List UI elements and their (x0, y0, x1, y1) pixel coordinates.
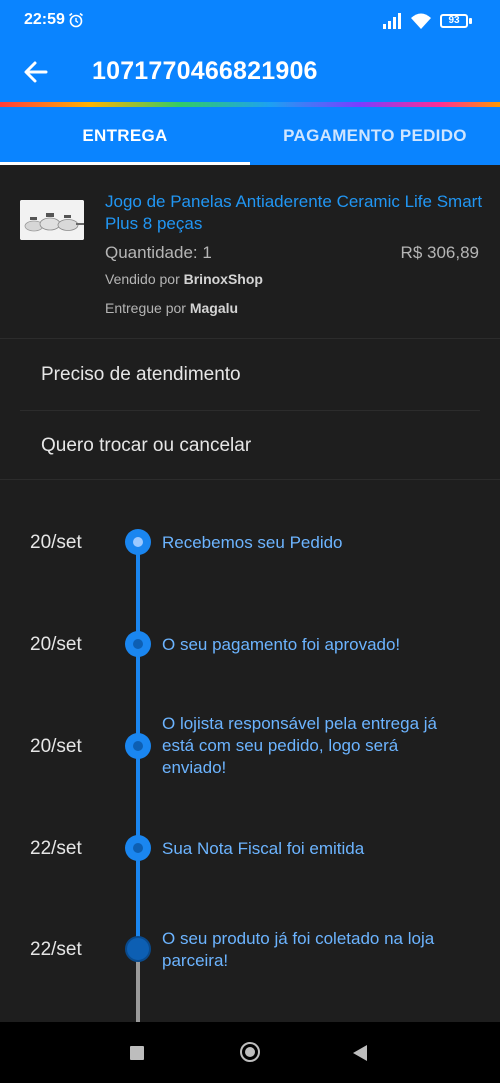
timeline-text: O seu pagamento foi aprovado! (162, 635, 401, 654)
timeline-dot (125, 733, 151, 759)
timeline-text: Sua Nota Fiscal foi emitida (162, 839, 365, 858)
product-price: R$ 306,89 (400, 243, 479, 262)
delivery-info: Entregue por Magalu (105, 300, 238, 316)
back-triangle-icon[interactable] (353, 1045, 367, 1061)
system-nav-bar (0, 1022, 500, 1083)
order-timeline: 20/set Recebemos seu Pedido 20/set O seu… (0, 480, 500, 1022)
product-quantity: Quantidade: 1 (105, 243, 212, 262)
timeline-date: 20/set (30, 532, 82, 553)
timeline-text: O lojista responsável pela entrega já es… (162, 714, 437, 777)
order-number-title: 1071770466821906 (92, 57, 318, 85)
divider (0, 338, 500, 339)
exchange-cancel-button[interactable]: Quero trocar ou cancelar (0, 411, 500, 481)
timeline-date: 22/set (30, 838, 82, 859)
tab-pagamento-pedido[interactable]: PAGAMENTO PEDIDO (250, 107, 500, 165)
alarm-icon (69, 12, 83, 28)
arrow-left-icon[interactable] (22, 58, 50, 86)
recents-square-icon[interactable] (130, 1046, 144, 1060)
cookware-image (20, 200, 84, 240)
timeline-dot (125, 936, 151, 962)
signal-icon (383, 13, 401, 29)
product-thumbnail[interactable] (20, 200, 84, 240)
timeline-dot (125, 631, 151, 657)
status-time: 22:59 (24, 11, 65, 28)
battery-level: 93 (448, 15, 460, 26)
product-name-link[interactable]: Jogo de Panelas Antiaderente Ceramic Lif… (105, 191, 485, 235)
status-bar: 22:59 93 (0, 0, 500, 42)
help-button[interactable]: Preciso de atendimento (0, 340, 500, 410)
timeline-date: 20/set (30, 634, 82, 655)
timeline-text: Recebemos seu Pedido (162, 533, 343, 552)
battery-tip (469, 18, 472, 24)
tab-bar: ENTREGA PAGAMENTO PEDIDO (0, 107, 500, 165)
app-bar: 1071770466821906 (0, 42, 500, 102)
seller-info: Vendido por BrinoxShop (105, 271, 263, 287)
timeline-dot (125, 529, 151, 555)
timeline-text: O seu produto já foi coletado na loja pa… (162, 929, 435, 970)
tab-entrega[interactable]: ENTREGA (0, 107, 250, 165)
delivered-prefix: Entregue por (105, 300, 186, 316)
seller-prefix: Vendido por (105, 271, 180, 287)
battery-icon: 93 (440, 14, 468, 28)
timeline-date: 20/set (30, 736, 82, 757)
delivered-by-name: Magalu (189, 300, 239, 316)
timeline-date: 22/set (30, 939, 82, 960)
product-card: Jogo de Panelas Antiaderente Ceramic Lif… (0, 165, 500, 337)
timeline-dot (125, 835, 151, 861)
wifi-icon (411, 13, 431, 29)
help-label: Preciso de atendimento (41, 364, 241, 385)
exchange-cancel-label: Quero trocar ou cancelar (41, 435, 252, 456)
seller-name: BrinoxShop (183, 271, 263, 287)
home-circle-icon[interactable] (240, 1042, 260, 1062)
